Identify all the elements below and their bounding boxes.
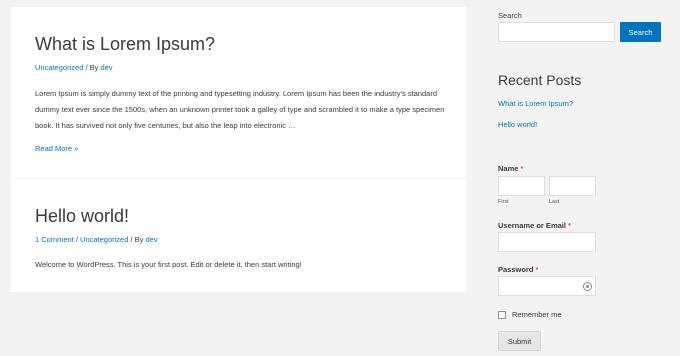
category-link[interactable]: Uncategorized (80, 235, 128, 244)
post-excerpt: Welcome to WordPress. This is your first… (35, 260, 302, 269)
login-register-form: Name * First Last Username or Email * Pa… (498, 164, 663, 351)
required-marker: * (568, 221, 571, 230)
author-link[interactable]: dev (100, 63, 112, 72)
username-field[interactable] (498, 232, 596, 252)
main-content: What is Lorem Ipsum? Uncategorized / By … (11, 7, 466, 292)
required-marker: * (535, 265, 539, 274)
list-item: Hello world! (498, 120, 573, 130)
comments-link[interactable]: 1 Comment (35, 235, 74, 244)
last-name-group: Last (549, 176, 596, 205)
show-password-icon[interactable] (583, 282, 592, 291)
username-label: Username or Email * (498, 221, 571, 230)
last-name-field[interactable] (549, 176, 596, 196)
password-field[interactable] (498, 276, 596, 296)
author-link[interactable]: dev (146, 235, 158, 244)
last-name-label: Last (549, 199, 560, 205)
post-what-is-lorem-ipsum: What is Lorem Ipsum? Uncategorized / By … (11, 7, 466, 178)
password-label: Password * (498, 265, 539, 274)
category-link[interactable]: Uncategorized (35, 63, 83, 72)
first-name-group: First (498, 176, 545, 205)
post-title[interactable]: What is Lorem Ipsum? (35, 34, 442, 54)
list-item: What is Lorem Ipsum? (498, 99, 573, 109)
name-label: Name * (498, 164, 524, 173)
meta-separator: / By (83, 63, 101, 72)
submit-button[interactable]: Submit (498, 331, 541, 351)
recent-posts-list: What is Lorem Ipsum? Hello world! (498, 99, 573, 141)
search-label: Search (498, 11, 522, 20)
post-excerpt: Lorem Ipsum is simply dummy text of the … (35, 89, 445, 130)
read-more-link[interactable]: Read More » (35, 144, 78, 153)
required-marker: * (520, 164, 524, 173)
recent-post-link[interactable]: Hello world! (498, 120, 537, 129)
post-meta: Uncategorized / By dev (35, 63, 442, 73)
remember-me: Remember me (498, 310, 562, 319)
meta-separator: / By (128, 235, 146, 244)
remember-me-label: Remember me (512, 310, 562, 319)
recent-posts-heading: Recent Posts (498, 72, 582, 88)
recent-post-link[interactable]: What is Lorem Ipsum? (498, 99, 573, 108)
post-meta: 1 Comment / Uncategorized / By dev (35, 235, 442, 245)
first-name-label: First (498, 199, 509, 205)
search-button[interactable]: Search (620, 22, 661, 42)
first-name-field[interactable] (498, 176, 545, 196)
post-title[interactable]: Hello world! (35, 206, 442, 226)
search-input[interactable] (498, 22, 615, 42)
remember-me-checkbox[interactable] (498, 310, 506, 319)
post-hello-world: Hello world! 1 Comment / Uncategorized /… (11, 179, 466, 292)
